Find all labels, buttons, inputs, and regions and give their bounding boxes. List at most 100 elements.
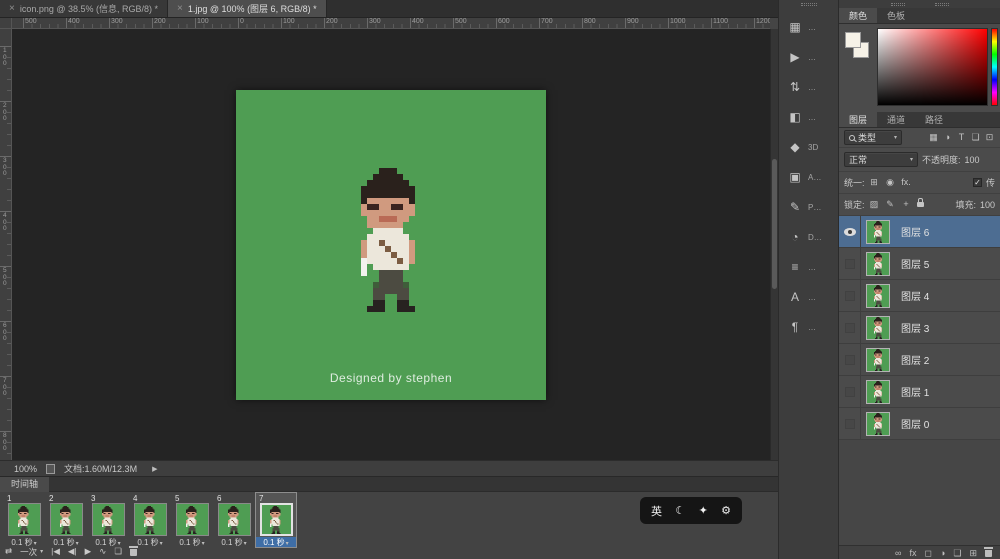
status-flyout-arrow-icon[interactable]: ▶ bbox=[152, 465, 157, 473]
tab-close-icon[interactable]: × bbox=[9, 4, 15, 14]
adjustment-layer-icon[interactable]: ◑ bbox=[940, 548, 945, 558]
layer-thumbnail[interactable] bbox=[866, 284, 890, 308]
layer-name[interactable]: 图层 5 bbox=[901, 256, 929, 271]
tab-颜色[interactable]: 颜色 bbox=[839, 8, 877, 23]
frame-thumbnail[interactable] bbox=[176, 503, 209, 536]
horizontal-ruler[interactable]: 5004003002001000100200300400500600700800… bbox=[12, 18, 770, 29]
scrollbar-thumb[interactable] bbox=[772, 159, 777, 289]
timeline-frame[interactable]: 40.1 秒▾ bbox=[130, 493, 170, 547]
layer-row[interactable]: 图层 5 bbox=[839, 248, 1000, 280]
unify-visibility-icon[interactable]: ◉ bbox=[885, 177, 896, 188]
layer-name[interactable]: 图层 0 bbox=[901, 416, 929, 431]
layer-name[interactable]: 图层 6 bbox=[901, 224, 929, 239]
layer-style-icon[interactable]: fx bbox=[909, 548, 916, 558]
propagate-frame-checkbox[interactable]: ✓ bbox=[973, 178, 982, 187]
canvas-area[interactable]: Designed by stephen bbox=[12, 29, 770, 460]
link-layers-icon[interactable]: ∞ bbox=[895, 548, 901, 558]
lock-transparency-icon[interactable]: ▨ bbox=[869, 199, 880, 210]
timeline-frame[interactable]: 70.1 秒▾ bbox=[256, 493, 296, 547]
tab-图层[interactable]: 图层 bbox=[839, 112, 877, 127]
timeline-frame[interactable]: 20.1 秒▾ bbox=[46, 493, 86, 547]
frame-duration[interactable]: 0.1 秒▾ bbox=[172, 537, 212, 548]
layer-row[interactable]: 图层 0 bbox=[839, 408, 1000, 440]
delete-layer-icon[interactable] bbox=[985, 550, 992, 557]
dock-panel-button[interactable]: ◆3D bbox=[779, 132, 838, 162]
frame-thumbnail[interactable] bbox=[260, 503, 293, 536]
tween-button[interactable]: ∿ bbox=[99, 546, 106, 557]
tab-timeline[interactable]: 时间轴 bbox=[0, 477, 49, 492]
filter-type-layers-icon[interactable]: T bbox=[956, 132, 967, 143]
lock-all-icon[interactable] bbox=[917, 202, 924, 207]
dock-panel-button[interactable]: ◧… bbox=[779, 102, 838, 132]
loop-select[interactable]: 一次▾ bbox=[20, 546, 43, 558]
dock-panel-button[interactable]: ¶… bbox=[779, 312, 838, 342]
visibility-toggle[interactable] bbox=[839, 408, 861, 439]
ruler-corner[interactable] bbox=[0, 18, 12, 29]
tab-close-icon[interactable]: × bbox=[177, 4, 183, 14]
frame-duration[interactable]: 0.1 秒▾ bbox=[214, 537, 254, 548]
prev-frame-button[interactable]: ◀| bbox=[68, 546, 77, 557]
frame-thumbnail[interactable] bbox=[134, 503, 167, 536]
delete-frame-button[interactable] bbox=[130, 549, 137, 556]
unify-style-icon[interactable]: fx. bbox=[901, 177, 912, 188]
dock-panel-button[interactable]: A… bbox=[779, 282, 838, 312]
moon-icon[interactable]: ☾ bbox=[675, 504, 685, 517]
document-tab[interactable]: ×1.jpg @ 100% (图层 6, RGB/8) * bbox=[168, 0, 327, 17]
foreground-color-swatch[interactable] bbox=[845, 32, 861, 48]
frame-thumbnail[interactable] bbox=[218, 503, 251, 536]
layer-thumbnail[interactable] bbox=[866, 380, 890, 404]
new-group-icon[interactable]: ❏ bbox=[953, 548, 961, 558]
layer-mask-icon[interactable]: ◻ bbox=[924, 548, 931, 558]
frame-thumbnail[interactable] bbox=[8, 503, 41, 536]
layer-name[interactable]: 图层 2 bbox=[901, 352, 929, 367]
filter-pixel-layers-icon[interactable]: ▦ bbox=[928, 132, 939, 143]
dock-panel-button[interactable]: ✎P… bbox=[779, 192, 838, 222]
visibility-toggle[interactable] bbox=[839, 376, 861, 407]
layer-thumbnail[interactable] bbox=[866, 348, 890, 372]
document-canvas[interactable]: Designed by stephen bbox=[236, 90, 546, 400]
visibility-toggle[interactable] bbox=[839, 248, 861, 279]
dock-panel-button[interactable]: ▣A… bbox=[779, 162, 838, 192]
first-frame-button[interactable]: |◀ bbox=[51, 546, 60, 557]
layer-row[interactable]: 图层 2 bbox=[839, 344, 1000, 376]
canvas-vertical-scrollbar[interactable] bbox=[770, 29, 778, 460]
dock-panel-button[interactable]: ◔D… bbox=[779, 222, 838, 252]
blend-mode-select[interactable]: 正常 ▾ bbox=[844, 152, 918, 167]
tab-色板[interactable]: 色板 bbox=[877, 8, 915, 23]
tab-路径[interactable]: 路径 bbox=[915, 112, 953, 127]
timeline-frame[interactable]: 50.1 秒▾ bbox=[172, 493, 212, 547]
hue-slider[interactable] bbox=[991, 28, 998, 106]
visibility-toggle[interactable] bbox=[839, 312, 861, 343]
layer-row[interactable]: 图层 3 bbox=[839, 312, 1000, 344]
vertical-ruler[interactable]: 1 0 02 0 03 0 04 0 05 0 06 0 07 0 08 0 0 bbox=[0, 29, 12, 460]
layer-row[interactable]: 图层 4 bbox=[839, 280, 1000, 312]
ime-language-indicator[interactable]: 英 bbox=[651, 503, 662, 519]
frame-duration[interactable]: 0.1 秒▾ bbox=[256, 537, 296, 548]
layer-filter-select[interactable]: 类型 ▾ bbox=[844, 130, 902, 145]
dock-grip-handle[interactable] bbox=[801, 3, 817, 6]
timeline-frame[interactable]: 60.1 秒▾ bbox=[214, 493, 254, 547]
frame-thumbnail[interactable] bbox=[92, 503, 125, 536]
layer-name[interactable]: 图层 1 bbox=[901, 384, 929, 399]
layer-thumbnail[interactable] bbox=[866, 412, 890, 436]
timeline-frame[interactable]: 30.1 秒▾ bbox=[88, 493, 128, 547]
layer-row[interactable]: 图层 6 bbox=[839, 216, 1000, 248]
layer-row[interactable]: 图层 1 bbox=[839, 376, 1000, 408]
unify-position-icon[interactable]: ⊞ bbox=[869, 177, 880, 188]
panel-grips[interactable] bbox=[839, 0, 1000, 8]
color-picker-field[interactable] bbox=[877, 28, 988, 106]
convert-timeline-button[interactable]: ⇄ bbox=[5, 546, 12, 557]
tab-通道[interactable]: 通道 bbox=[877, 112, 915, 127]
dock-panel-button[interactable]: ⇅… bbox=[779, 72, 838, 102]
layer-thumbnail[interactable] bbox=[866, 252, 890, 276]
dock-panel-button[interactable]: ▶… bbox=[779, 42, 838, 72]
opacity-value[interactable]: 100 bbox=[965, 155, 980, 165]
filter-adjustment-layers-icon[interactable]: ◑ bbox=[942, 132, 953, 143]
layer-name[interactable]: 图层 4 bbox=[901, 288, 929, 303]
visibility-toggle[interactable] bbox=[839, 280, 861, 311]
layer-thumbnail[interactable] bbox=[866, 220, 890, 244]
new-layer-icon[interactable]: ⊞ bbox=[969, 548, 977, 558]
lock-position-icon[interactable]: + bbox=[901, 199, 912, 210]
fill-value[interactable]: 100 bbox=[980, 200, 995, 210]
gear-icon[interactable]: ⚙ bbox=[721, 504, 731, 517]
